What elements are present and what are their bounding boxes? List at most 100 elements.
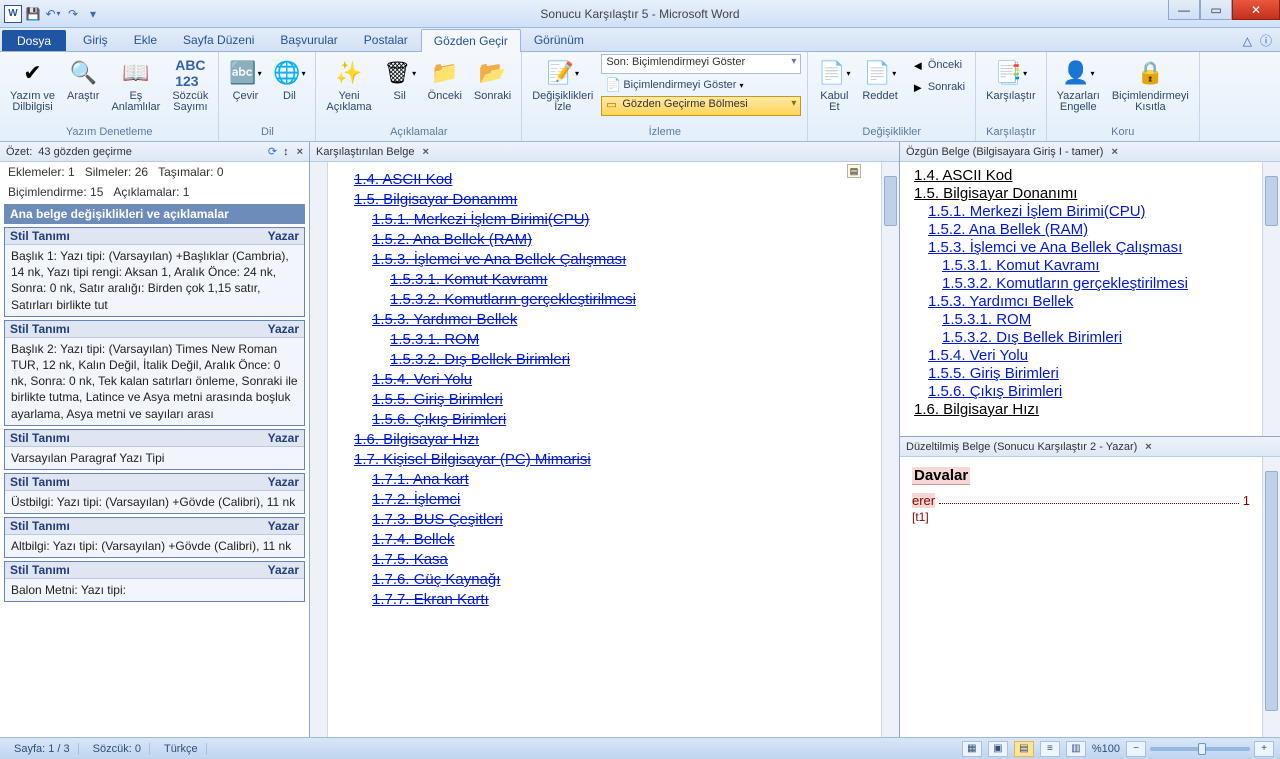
- tab-references[interactable]: Başvurular: [267, 28, 350, 51]
- close-button[interactable]: ✕: [1232, 0, 1280, 20]
- tab-insert[interactable]: Ekle: [121, 28, 170, 51]
- help-icon[interactable]: ⓘ: [1260, 34, 1272, 48]
- refresh-icon[interactable]: ⟳: [268, 145, 277, 158]
- ribbon-minimize-icon[interactable]: △: [1243, 34, 1252, 48]
- close-compared-icon[interactable]: ×: [422, 146, 428, 158]
- change-item[interactable]: Stil TanımıYazarBalon Metni: Yazı tipi:: [4, 561, 305, 602]
- display-for-review-combo[interactable]: Son: Biçimlendirmeyi Göster: [601, 54, 801, 74]
- toc-entry[interactable]: 1.5. Bilgisayar Donanımı: [354, 191, 841, 208]
- tab-layout[interactable]: Sayfa Düzeni: [170, 28, 267, 51]
- show-markup-button[interactable]: 📄Biçimlendirmeyi Göster▾: [601, 74, 801, 96]
- undo-icon[interactable]: ↶▾: [44, 5, 62, 23]
- toc-entry[interactable]: 1.5.3.2. Komutların gerçekleştirilmesi: [942, 275, 1248, 292]
- word-app-icon[interactable]: W: [4, 5, 22, 23]
- toc-entry[interactable]: 1.7.2. İşlemci: [372, 491, 841, 508]
- spelling-button[interactable]: ✔Yazım ve Dilbilgisi: [6, 54, 59, 116]
- toc-entry[interactable]: 1.7.4. Bellek: [372, 531, 841, 548]
- status-language[interactable]: Türkçe: [156, 743, 207, 755]
- toc-entry[interactable]: 1.5.2. Ana Bellek (RAM): [372, 231, 841, 248]
- toc-entry[interactable]: 1.7.6. Güç Kaynağı: [372, 571, 841, 588]
- toc-entry[interactable]: 1.5.1. Merkezi İşlem Birimi(CPU): [928, 203, 1248, 220]
- change-item[interactable]: Stil TanımıYazarBaşlık 2: Yazı tipi: (Va…: [4, 320, 305, 426]
- minimize-button[interactable]: —: [1168, 0, 1200, 20]
- redo-icon[interactable]: ↷: [64, 5, 82, 23]
- view-print-layout-icon[interactable]: ▦: [962, 741, 982, 757]
- original-document-area[interactable]: 1.4. ASCII Kod1.5. Bilgisayar Donanımı1.…: [900, 162, 1262, 436]
- translate-button[interactable]: 🔤▾Çevir: [225, 54, 265, 105]
- toc-entry[interactable]: 1.5.3. Yardımcı Bellek: [372, 311, 841, 328]
- next-comment-button[interactable]: 📂Sonraki: [470, 54, 515, 105]
- toc-entry[interactable]: 1.5.5. Giriş Birimleri: [928, 365, 1248, 382]
- toc-entry[interactable]: 1.5.3.1. Komut Kavramı: [942, 257, 1248, 274]
- close-revised-icon[interactable]: ×: [1145, 441, 1151, 453]
- zoom-slider[interactable]: [1150, 747, 1250, 751]
- toc-entry[interactable]: 1.5.3.2. Komutların gerçekleştirilmesi: [390, 291, 841, 308]
- toc-entry[interactable]: 1.7.1. Ana kart: [372, 471, 841, 488]
- toc-entry[interactable]: 1.7. Kişisel Bilgisayar (PC) Mimarisi: [354, 451, 841, 468]
- wordcount-button[interactable]: ABC123Sözcük Sayımı: [168, 54, 212, 116]
- view-draft-icon[interactable]: ▥: [1066, 741, 1086, 757]
- toc-entry[interactable]: 1.5.3.2. Dış Bellek Birimleri: [942, 329, 1248, 346]
- language-button[interactable]: 🌐▾Dil: [269, 54, 309, 105]
- thesaurus-button[interactable]: 📖Eş Anlamlılar: [107, 54, 164, 116]
- save-icon[interactable]: 💾: [24, 5, 42, 23]
- toc-entry[interactable]: 1.5.6. Çıkış Birimleri: [372, 411, 841, 428]
- revised-scrollbar[interactable]: [1262, 457, 1280, 737]
- toc-entry[interactable]: 1.5.1. Merkezi İşlem Birimi(CPU): [372, 211, 841, 228]
- close-reviewing-pane-icon[interactable]: ×: [297, 146, 303, 158]
- expand-icon[interactable]: ↕: [283, 146, 289, 158]
- prev-change-button[interactable]: ◄Önceki: [906, 54, 969, 76]
- compared-document-area[interactable]: ▤ 1.4. ASCII Kod 1.5. Bilgisayar Donanımı…: [328, 162, 881, 737]
- delete-comment-button[interactable]: 🗑▾Sil: [380, 54, 420, 105]
- toc-entry[interactable]: 1.5.5. Giriş Birimleri: [372, 391, 841, 408]
- scrollbar-vertical[interactable]: [881, 162, 899, 737]
- orig-scrollbar[interactable]: [1262, 162, 1280, 436]
- status-page[interactable]: Sayfa: 1 / 3: [6, 743, 79, 755]
- toc-entry[interactable]: 1.4. ASCII Kod: [914, 167, 1248, 184]
- toc-entry[interactable]: 1.5.4. Veri Yolu: [372, 371, 841, 388]
- tab-home[interactable]: Giriş: [70, 28, 121, 51]
- view-outline-icon[interactable]: ≡: [1040, 741, 1060, 757]
- revised-document-area[interactable]: Davalar erer 1 [t1]: [900, 457, 1262, 737]
- restrict-editing-button[interactable]: 🔒Biçimlendirmeyi Kısıtla: [1108, 54, 1193, 116]
- qat-customize-icon[interactable]: ▾: [84, 5, 102, 23]
- toc-entry[interactable]: 1.5.2. Ana Bellek (RAM): [928, 221, 1248, 238]
- tab-review[interactable]: Gözden Geçir: [421, 29, 521, 52]
- toc-entry[interactable]: 1.6. Bilgisayar Hızı: [914, 401, 1248, 418]
- tab-mailings[interactable]: Postalar: [351, 28, 421, 51]
- tab-view[interactable]: Görünüm: [521, 28, 597, 51]
- split-icon[interactable]: ▤: [847, 164, 861, 178]
- toc-entry[interactable]: 1.6. Bilgisayar Hızı: [354, 431, 841, 448]
- toc-entry[interactable]: 1.7.7. Ekran Kartı: [372, 591, 841, 608]
- zoom-in-button[interactable]: +: [1254, 741, 1274, 757]
- accept-button[interactable]: 📄▾Kabul Et: [814, 54, 854, 116]
- new-comment-button[interactable]: ✨Yeni Açıklama: [322, 54, 375, 116]
- toc-entry[interactable]: 1.4. ASCII Kod: [354, 171, 841, 188]
- block-authors-button[interactable]: 👤▾Yazarları Engelle: [1053, 54, 1104, 116]
- view-web-icon[interactable]: ▤: [1014, 741, 1034, 757]
- view-fullscreen-icon[interactable]: ▣: [988, 741, 1008, 757]
- toc-entry[interactable]: 1.5.3.1. Komut Kavramı: [390, 271, 841, 288]
- toc-entry[interactable]: 1.5. Bilgisayar Donanımı: [914, 185, 1248, 202]
- toc-entry[interactable]: 1.7.5. Kasa: [372, 551, 841, 568]
- next-change-button[interactable]: ►Sonraki: [906, 76, 969, 98]
- research-button[interactable]: 🔍Araştır: [63, 54, 103, 105]
- change-item[interactable]: Stil TanımıYazarBaşlık 1: Yazı tipi: (Va…: [4, 227, 305, 317]
- track-changes-button[interactable]: 📝▾Değişiklikleri İzle: [528, 54, 597, 116]
- prev-comment-button[interactable]: 📁Önceki: [424, 54, 466, 105]
- toc-entry[interactable]: 1.5.3. İşlemci ve Ana Bellek Çalışması: [372, 251, 841, 268]
- maximize-button[interactable]: ▭: [1200, 0, 1232, 20]
- status-words[interactable]: Sözcük: 0: [85, 743, 150, 755]
- toc-entry[interactable]: 1.5.3.1. ROM: [942, 311, 1248, 328]
- reviewing-pane-button[interactable]: Gözden Geçirme Bölmesi: [601, 96, 801, 116]
- close-original-icon[interactable]: ×: [1111, 146, 1117, 158]
- change-item[interactable]: Stil TanımıYazarVarsayılan Paragraf Yazı…: [4, 429, 305, 470]
- toc-entry[interactable]: 1.5.3. İşlemci ve Ana Bellek Çalışması: [928, 239, 1248, 256]
- tab-file[interactable]: Dosya: [2, 30, 66, 51]
- compare-button[interactable]: 📑▾Karşılaştır: [982, 54, 1040, 105]
- zoom-out-button[interactable]: −: [1126, 741, 1146, 757]
- toc-entry[interactable]: 1.5.3. Yardımcı Bellek: [928, 293, 1248, 310]
- reject-button[interactable]: 📄▾Reddet: [858, 54, 901, 105]
- toc-entry[interactable]: 1.5.4. Veri Yolu: [928, 347, 1248, 364]
- change-item[interactable]: Stil TanımıYazarÜstbilgi: Yazı tipi: (Va…: [4, 473, 305, 514]
